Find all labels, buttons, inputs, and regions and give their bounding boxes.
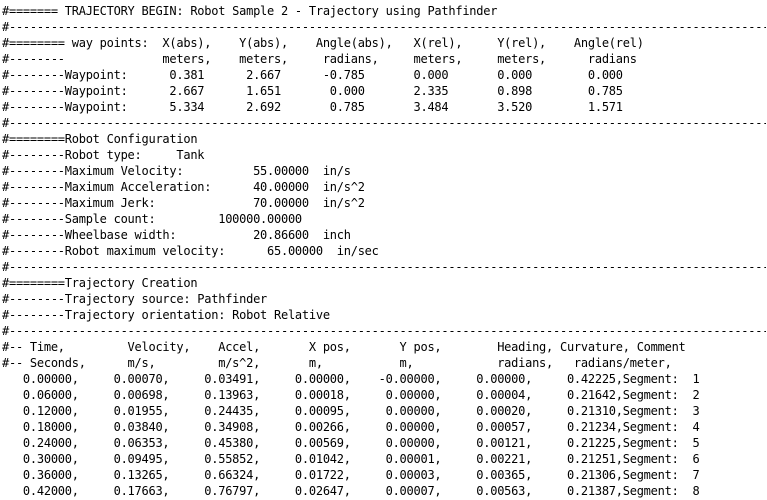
log-line-column-header: #-- Time, Velocity, Accel, X pos, Y pos,… bbox=[2, 340, 686, 354]
log-line-data-row: 0.06000, 0.00698, 0.13963, 0.00018, 0.00… bbox=[2, 388, 700, 402]
log-line-data-row: 0.00000, 0.00070, 0.03491, 0.00000, -0.0… bbox=[2, 372, 700, 386]
log-line-title: #======= TRAJECTORY BEGIN: Robot Sample … bbox=[2, 4, 498, 18]
log-line-config: #--------Robot maximum velocity: 65.0000… bbox=[2, 244, 379, 258]
log-line-data-row: 0.24000, 0.06353, 0.45380, 0.00569, 0.00… bbox=[2, 436, 700, 450]
log-line-config: #--------Sample count: 100000.00000 bbox=[2, 212, 302, 226]
log-line-separator: #---------------------------------------… bbox=[2, 116, 766, 130]
log-line-data-row: 0.30000, 0.09495, 0.55852, 0.01042, 0.00… bbox=[2, 452, 700, 466]
log-line-waypoint-units: #-------- meters, meters, radians, meter… bbox=[2, 52, 637, 66]
log-line-data-row: 0.18000, 0.03840, 0.34908, 0.00266, 0.00… bbox=[2, 420, 700, 434]
log-line-waypoint-header: #======== way points: X(abs), Y(abs), An… bbox=[2, 36, 644, 50]
log-line-config: #--------Maximum Velocity: 55.00000 in/s bbox=[2, 164, 351, 178]
log-line-creation: #--------Trajectory source: Pathfinder bbox=[2, 292, 268, 306]
log-line-config: #--------Maximum Jerk: 70.00000 in/s^2 bbox=[2, 196, 365, 210]
trajectory-log-text[interactable]: #======= TRAJECTORY BEGIN: Robot Sample … bbox=[0, 0, 767, 500]
log-line-waypoint: #--------Waypoint: 2.667 1.651 0.000 2.3… bbox=[2, 84, 623, 98]
log-line-waypoint: #--------Waypoint: 0.381 2.667 -0.785 0.… bbox=[2, 68, 623, 82]
log-line-separator: #---------------------------------------… bbox=[2, 260, 766, 274]
log-line-section-heading: #========Trajectory Creation bbox=[2, 276, 198, 290]
log-line-data-row: 0.36000, 0.13265, 0.66324, 0.01722, 0.00… bbox=[2, 468, 700, 482]
log-line-separator: #---------------------------------------… bbox=[2, 324, 766, 338]
log-line-config: #--------Robot type: Tank bbox=[2, 148, 205, 162]
log-line-waypoint: #--------Waypoint: 5.334 2.692 0.785 3.4… bbox=[2, 100, 623, 114]
log-line-creation: #--------Trajectory orientation: Robot R… bbox=[2, 308, 330, 322]
log-line-column-units: #-- Seconds, m/s, m/s^2, m, m, radians, … bbox=[2, 356, 672, 370]
log-line-data-row: 0.42000, 0.17663, 0.76797, 0.02647, 0.00… bbox=[2, 484, 700, 498]
log-line-config: #--------Wheelbase width: 20.86600 inch bbox=[2, 228, 351, 242]
log-line-separator: #---------------------------------------… bbox=[2, 20, 766, 34]
log-line-data-row: 0.12000, 0.01955, 0.24435, 0.00095, 0.00… bbox=[2, 404, 700, 418]
log-line-section-heading: #========Robot Configuration bbox=[2, 132, 198, 146]
log-line-config: #--------Maximum Acceleration: 40.00000 … bbox=[2, 180, 365, 194]
